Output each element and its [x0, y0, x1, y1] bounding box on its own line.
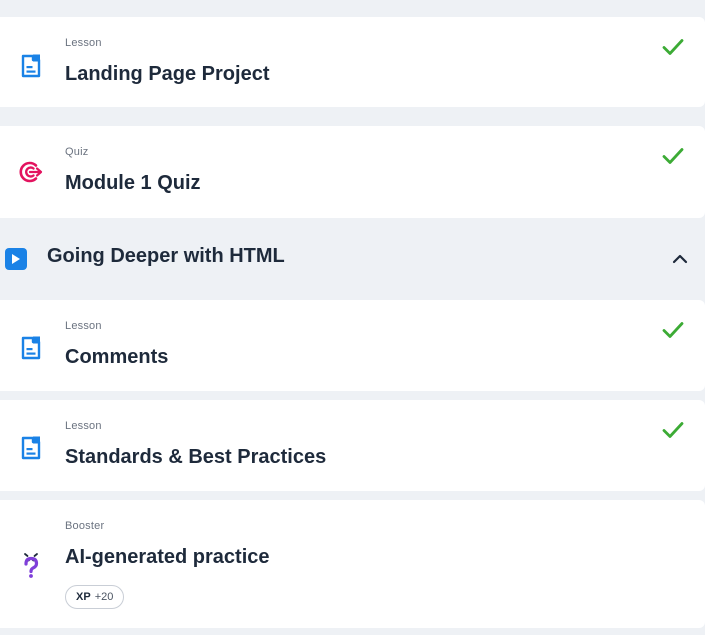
play-icon — [5, 248, 27, 270]
section-header-going-deeper-with-html[interactable]: Going Deeper with HTML — [0, 218, 705, 300]
xp-badge: XP +20 — [65, 585, 125, 609]
item-title: Landing Page Project — [65, 63, 270, 85]
lesson-item-landing-page-project[interactable]: Lesson Landing Page Project — [0, 17, 705, 107]
section-title: Going Deeper with HTML — [47, 245, 285, 267]
question-mark-icon — [17, 551, 45, 579]
item-type-label: Lesson — [65, 420, 102, 432]
item-type-label: Lesson — [65, 37, 102, 49]
completed-check-icon — [662, 422, 684, 438]
chevron-up-icon[interactable] — [669, 248, 691, 270]
xp-value: +20 — [94, 591, 114, 603]
completed-check-icon — [662, 322, 684, 338]
lesson-doc-icon — [17, 434, 45, 462]
quiz-item-module-1-quiz[interactable]: Quiz Module 1 Quiz — [0, 126, 705, 218]
item-title: Standards & Best Practices — [65, 446, 327, 468]
item-title: AI-generated practice — [65, 546, 270, 568]
item-type-label: Quiz — [65, 146, 89, 158]
item-title: Module 1 Quiz — [65, 172, 201, 194]
xp-label: XP — [76, 591, 91, 603]
lesson-item-comments[interactable]: Lesson Comments — [0, 300, 705, 391]
booster-item-ai-generated-practice[interactable]: Booster AI-generated practice XP +20 — [0, 500, 705, 628]
lesson-doc-icon — [17, 334, 45, 362]
completed-check-icon — [662, 39, 684, 55]
quiz-target-icon — [17, 158, 45, 186]
lesson-doc-icon — [17, 52, 45, 80]
item-title: Comments — [65, 346, 169, 368]
lesson-item-standards-best-practices[interactable]: Lesson Standards & Best Practices — [0, 400, 705, 491]
item-type-label: Booster — [65, 520, 105, 532]
completed-check-icon — [662, 148, 684, 164]
item-type-label: Lesson — [65, 320, 102, 332]
